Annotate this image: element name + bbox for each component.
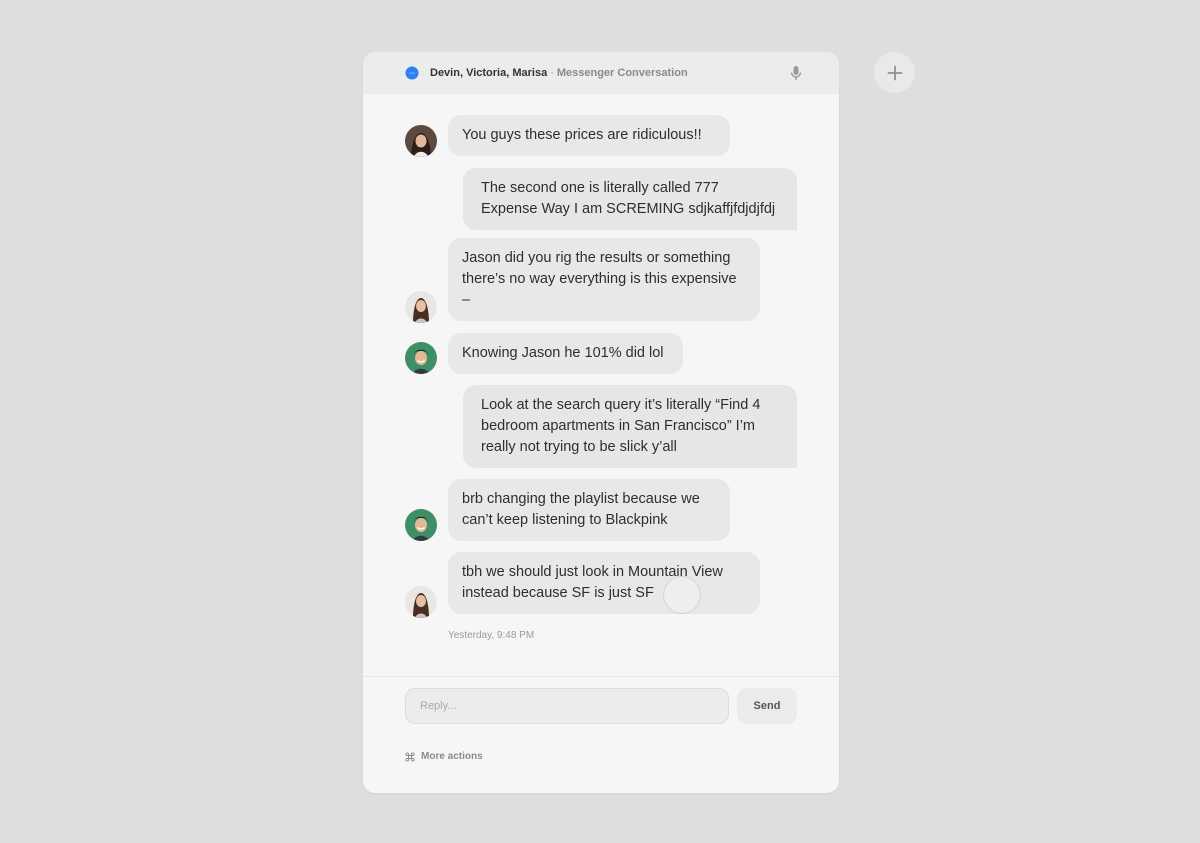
avatar-marisa: [405, 586, 437, 618]
reply-input[interactable]: [405, 688, 729, 724]
message-text: You guys these prices are ridiculous!!: [462, 127, 702, 143]
microphone-icon[interactable]: [787, 64, 805, 82]
add-conversation-button[interactable]: [874, 52, 915, 93]
message-text: The second one is literally called 777 E…: [481, 180, 776, 217]
message-text: Look at the search query it’s literally …: [481, 397, 761, 455]
message-bubble: brb changing the playlist because we can…: [448, 479, 730, 541]
messenger-icon: [405, 66, 419, 80]
message-bubble: tbh we should just look in Mountain View…: [448, 552, 760, 614]
conversation-title: Devin, Victoria, Marisa · Messenger Conv…: [430, 52, 688, 94]
message-bubble: Knowing Jason he 101% did lol: [448, 333, 683, 374]
message-text: tbh we should just look in Mountain View…: [462, 564, 723, 601]
command-key-icon: [405, 751, 415, 762]
message-bubble-own: The second one is literally called 777 E…: [463, 168, 797, 230]
message-text: Knowing Jason he 101% did lol: [462, 345, 664, 361]
more-actions-label: More actions: [421, 751, 483, 762]
plus-icon: [887, 65, 902, 80]
avatar-devin: [405, 342, 437, 374]
more-actions-button[interactable]: More actions: [405, 751, 483, 762]
message-timestamp: Yesterday, 9:48 PM: [448, 630, 535, 641]
composer-divider: [363, 676, 839, 677]
avatar-marisa: [405, 291, 437, 323]
message-bubble: You guys these prices are ridiculous!!: [448, 115, 730, 156]
avatar-victoria: [405, 125, 437, 157]
message-text: Jason did you rig the results or somethi…: [462, 250, 737, 308]
message-bubble-own: Look at the search query it’s literally …: [463, 385, 797, 468]
avatar-devin: [405, 509, 437, 541]
message-bubble: Jason did you rig the results or somethi…: [448, 238, 760, 321]
send-button[interactable]: Send: [737, 688, 797, 724]
messenger-panel: Devin, Victoria, Marisa · Messenger Conv…: [363, 52, 839, 793]
message-text: brb changing the playlist because we can…: [462, 491, 700, 528]
title-separator: ·: [550, 67, 554, 79]
conversation-header: Devin, Victoria, Marisa · Messenger Conv…: [363, 52, 839, 94]
participant-names: Devin, Victoria, Marisa: [430, 67, 548, 79]
conversation-subtitle: Messenger Conversation: [556, 67, 688, 79]
page: Devin, Victoria, Marisa · Messenger Conv…: [0, 0, 1200, 843]
